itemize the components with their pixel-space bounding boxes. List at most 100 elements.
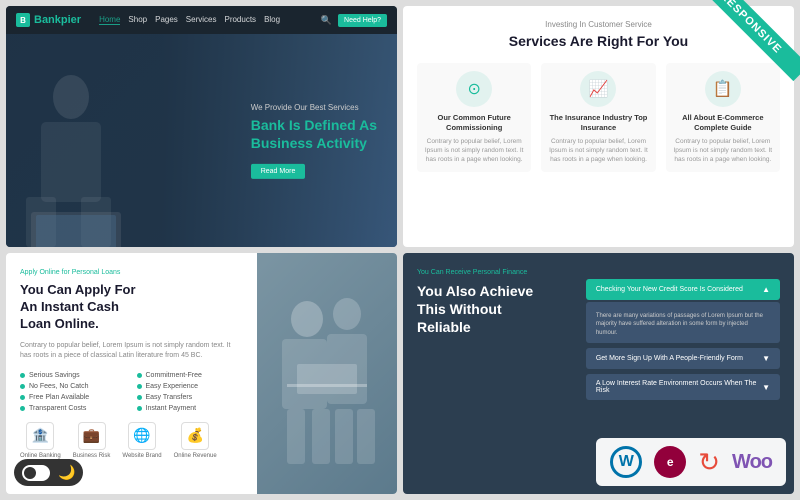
nav-right: 🔍 Need Help? <box>321 14 387 27</box>
loan-feature-7: Transparent Costs <box>20 405 127 412</box>
accordion-arrow-1: ▲ <box>762 285 770 294</box>
service-card-2: 📈 The Insurance Industry Top Insurance C… <box>541 63 655 172</box>
service-desc-1: Contrary to popular belief, Lorem Ipsum … <box>423 137 525 164</box>
icon-banking-label: Online Banking <box>20 453 61 459</box>
feature-label-8: Instant Payment <box>146 405 197 412</box>
hero-subtitle: We Provide Our Best Services <box>251 102 377 111</box>
accordion-label-1: Checking Your New Credit Score Is Consid… <box>596 286 743 293</box>
elementor-logo: e <box>654 446 686 478</box>
hero-title-line2: Business Activity <box>251 135 367 151</box>
icon-business-label: Business Risk <box>73 453 111 459</box>
hero-content: We Provide Our Best Services Bank Is Def… <box>251 102 377 178</box>
dark-mode-toggle[interactable]: 🌙 <box>14 459 83 486</box>
readmore-button[interactable]: Read More <box>251 164 306 179</box>
nav-links: Home Shop Pages Services Products Blog <box>99 15 280 25</box>
refresh-logo: ↻ <box>698 447 720 478</box>
feature-label-7: Transparent Costs <box>29 405 86 412</box>
hero-title-line1: Bank Is Defined As <box>251 116 377 132</box>
loan-people-svg <box>267 284 387 464</box>
logo-text: Bankpier <box>34 14 81 26</box>
loan-title-line3: Loan Online. <box>20 316 99 331</box>
brand-logos: W e ↻ Woo <box>596 438 786 486</box>
moon-icon: 🌙 <box>58 464 75 481</box>
accordion-item-2[interactable]: Get More Sign Up With A People-Friendly … <box>586 348 780 369</box>
loan-feature-6: Easy Transfers <box>137 394 244 401</box>
accordion-arrow-3: ▼ <box>762 383 770 392</box>
finance-subtitle: You Can Receive Personal Finance <box>417 269 576 276</box>
service-card-1: ⊙ Our Common Future Commissioning Contra… <box>417 63 531 172</box>
loan-image-bg <box>257 253 397 494</box>
icon-business: 💼 <box>78 422 106 450</box>
loan-title: You Can Apply For An Instant Cash Loan O… <box>20 282 243 333</box>
service-title-2: The Insurance Industry Top Insurance <box>547 113 649 133</box>
wordpress-logo: W <box>610 446 642 478</box>
hero-logo: B Bankpier <box>16 13 81 27</box>
nav-services[interactable]: Services <box>186 15 217 25</box>
accordion-arrow-2: ▼ <box>762 354 770 363</box>
icon-revenue-label: Online Revenue <box>174 453 217 459</box>
feature-dot-7 <box>20 406 25 411</box>
service-icon-2: 📈 <box>580 71 616 107</box>
nav-shop[interactable]: Shop <box>128 15 147 25</box>
hero-panel: B Bankpier Home Shop Pages Services Prod… <box>6 6 397 247</box>
toggle-knob <box>24 467 36 479</box>
nav-blog[interactable]: Blog <box>264 15 280 25</box>
loan-image <box>257 253 397 494</box>
icon-website-label: Website Brand <box>122 453 161 459</box>
loan-feature-3: No Fees, No Catch <box>20 383 127 390</box>
loan-title-line2: An Instant Cash <box>20 299 119 314</box>
loan-title-line1: You Can Apply For <box>20 282 136 297</box>
feature-label-4: Easy Experience <box>146 383 199 390</box>
accordion-label-3: A Low Interest Rate Environment Occurs W… <box>596 380 762 394</box>
feature-dot-5 <box>20 395 25 400</box>
finance-title-line2: This Without <box>417 301 502 317</box>
finance-content-left: You Can Receive Personal Finance You Als… <box>417 269 576 478</box>
accordion-label-2: Get More Sign Up With A People-Friendly … <box>596 355 743 362</box>
feature-dot-3 <box>20 384 25 389</box>
hero-title: Bank Is Defined As Business Activity <box>251 115 377 151</box>
finance-title: You Also Achieve This Without Reliable <box>417 282 576 337</box>
feature-label-2: Commitment-Free <box>146 372 202 379</box>
loan-feature-8: Instant Payment <box>137 405 244 412</box>
icon-banking: 🏦 <box>26 422 54 450</box>
loan-feature-1: Serious Savings <box>20 372 127 379</box>
feature-dot-4 <box>137 384 142 389</box>
responsive-badge-text: RESPONSIVE <box>710 0 800 81</box>
accordion-item-3[interactable]: A Low Interest Rate Environment Occurs W… <box>586 374 780 400</box>
accordion-desc-1: There are many variations of passages of… <box>596 312 770 337</box>
service-desc-2: Contrary to popular belief, Lorem Ipsum … <box>547 137 649 164</box>
loan-feature-5: Free Plan Available <box>20 394 127 401</box>
nav-home[interactable]: Home <box>99 15 120 25</box>
loan-icon-3: 🌐 Website Brand <box>122 422 161 459</box>
loan-feature-2: Commitment-Free <box>137 372 244 379</box>
service-icon-1: ⊙ <box>456 71 492 107</box>
loan-subtitle: Apply Online for Personal Loans <box>20 269 243 276</box>
nav-pages[interactable]: Pages <box>155 15 178 25</box>
icon-revenue: 💰 <box>181 422 209 450</box>
loan-feature-4: Easy Experience <box>137 383 244 390</box>
feature-label-6: Easy Transfers <box>146 394 193 401</box>
toggle-switch[interactable] <box>22 465 50 481</box>
loan-icon-4: 💰 Online Revenue <box>174 422 217 459</box>
feature-dot-1 <box>20 373 25 378</box>
loan-icon-2: 💼 Business Risk <box>73 422 111 459</box>
feature-label-5: Free Plan Available <box>29 394 89 401</box>
accordion-item-1[interactable]: Checking Your New Credit Score Is Consid… <box>586 279 780 300</box>
loan-icons-row: 🏦 Online Banking 💼 Business Risk 🌐 Websi… <box>20 422 243 459</box>
feature-label-1: Serious Savings <box>29 372 80 379</box>
nav-products[interactable]: Products <box>224 15 256 25</box>
hero-image-area: We Provide Our Best Services Bank Is Def… <box>6 34 397 247</box>
woo-logo: Woo <box>732 451 772 474</box>
search-icon[interactable]: 🔍 <box>321 15 332 26</box>
service-title-1: Our Common Future Commissioning <box>423 113 525 133</box>
loan-panel: Apply Online for Personal Loans You Can … <box>6 253 397 494</box>
feature-dot-8 <box>137 406 142 411</box>
feature-dot-6 <box>137 395 142 400</box>
help-button[interactable]: Need Help? <box>338 14 387 27</box>
service-desc-3: Contrary to popular belief, Lorem Ipsum … <box>672 137 774 164</box>
finance-title-line3: Reliable <box>417 319 471 335</box>
responsive-badge: RESPONSIVE <box>710 0 800 90</box>
loan-description: Contrary to popular belief, Lorem Ipsum … <box>20 341 243 362</box>
icon-website: 🌐 <box>128 422 156 450</box>
hero-person-figure <box>16 67 136 247</box>
